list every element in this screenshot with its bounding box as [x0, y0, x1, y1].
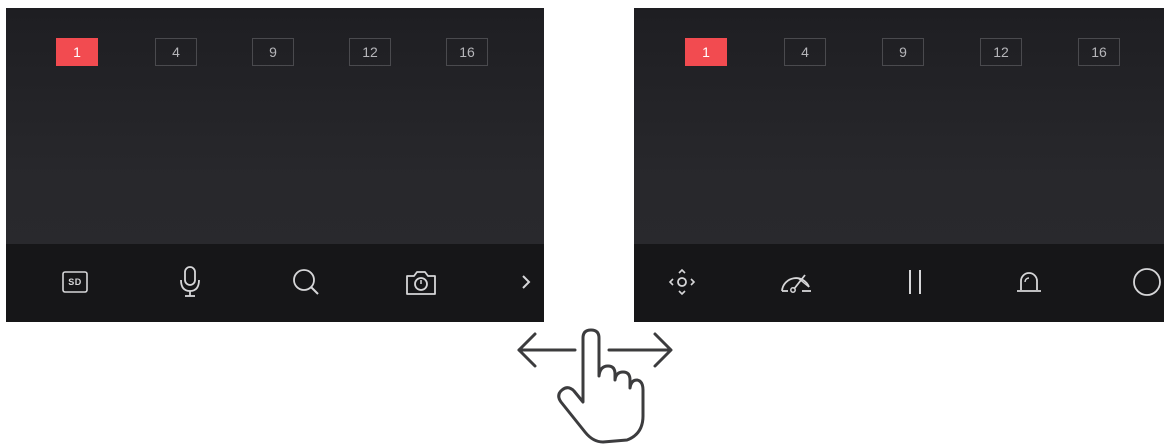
- record-button[interactable]: [1123, 258, 1164, 306]
- bottom-toolbar: [634, 244, 1164, 322]
- sd-card-button[interactable]: SD: [51, 258, 99, 306]
- tab-split-4[interactable]: 4: [155, 38, 197, 66]
- camera-icon: [406, 271, 436, 295]
- left-screen: 1 4 9 12 16 SD: [6, 8, 544, 322]
- tab-split-1[interactable]: 1: [685, 38, 727, 66]
- pause-button[interactable]: [891, 258, 939, 306]
- window-split-tabs: 1 4 9 12 16: [6, 38, 544, 70]
- ptz-control-button[interactable]: [658, 258, 706, 306]
- right-screen: 1 4 9 12 16: [634, 8, 1164, 322]
- microphone-icon: [180, 266, 200, 297]
- tab-split-9[interactable]: 9: [882, 38, 924, 66]
- chevron-right-icon: [522, 275, 531, 289]
- bottom-toolbar: SD: [6, 244, 544, 322]
- search-button[interactable]: [282, 258, 330, 306]
- tab-split-4[interactable]: 4: [784, 38, 826, 66]
- alarm-light-icon: [1017, 272, 1041, 292]
- pause-icon: [909, 270, 921, 294]
- tab-split-16[interactable]: 16: [1078, 38, 1120, 66]
- snapshot-button[interactable]: [397, 258, 445, 306]
- tab-split-12[interactable]: 12: [980, 38, 1022, 66]
- microphone-button[interactable]: [166, 258, 214, 306]
- swipe-hand-icon: [517, 328, 673, 444]
- search-icon: [293, 269, 319, 295]
- speed-gauge-icon: [781, 274, 811, 293]
- alarm-button[interactable]: [1005, 258, 1053, 306]
- sd-card-label: SD: [68, 277, 82, 287]
- next-toolbar-button[interactable]: [502, 258, 544, 306]
- tab-split-12[interactable]: 12: [349, 38, 391, 66]
- speed-button[interactable]: [772, 258, 820, 306]
- tab-split-9[interactable]: 9: [252, 38, 294, 66]
- tab-split-1[interactable]: 1: [56, 38, 98, 66]
- window-split-tabs: 1 4 9 12 16: [634, 38, 1164, 70]
- circle-icon: [1133, 268, 1161, 296]
- ptz-direction-icon: [668, 268, 696, 296]
- tab-split-16[interactable]: 16: [446, 38, 488, 66]
